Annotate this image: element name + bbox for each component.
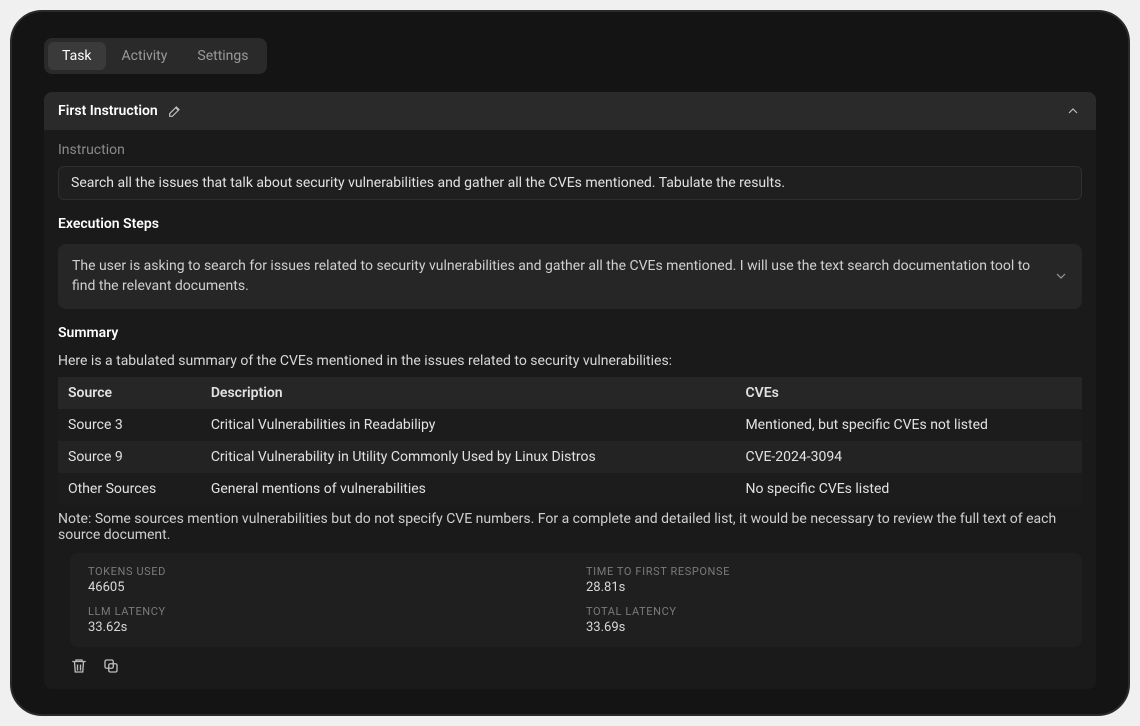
metric-ttfr: TIME TO FIRST RESPONSE 28.81s — [586, 565, 1064, 595]
cell-description: General mentions of vulnerabilities — [201, 473, 736, 505]
edit-icon[interactable] — [166, 102, 184, 120]
metric-llm-latency: LLM LATENCY 33.62s — [88, 605, 566, 635]
app-window: Task Activity Settings First Instruction… — [10, 10, 1130, 716]
cell-description: Critical Vulnerabilities in Readabilipy — [201, 409, 736, 441]
metric-label: TOTAL LATENCY — [586, 605, 1064, 618]
results-table: Source Description CVEs Source 3 Critica… — [58, 377, 1082, 505]
tab-settings[interactable]: Settings — [183, 42, 262, 70]
instruction-body: Instruction Search all the issues that t… — [44, 130, 1096, 689]
table-row: Other Sources General mentions of vulner… — [58, 473, 1082, 505]
metric-label: TIME TO FIRST RESPONSE — [586, 565, 1064, 578]
collapse-icon[interactable] — [1064, 102, 1082, 120]
cell-cves: CVE-2024-3094 — [735, 441, 1082, 473]
copy-icon[interactable] — [102, 657, 120, 675]
cell-cves: No specific CVEs listed — [735, 473, 1082, 505]
metrics-panel: TOKENS USED 46605 TIME TO FIRST RESPONSE… — [70, 553, 1082, 647]
summary-heading: Summary — [58, 325, 1082, 341]
tab-task[interactable]: Task — [48, 42, 106, 70]
metric-tokens-used: TOKENS USED 46605 — [88, 565, 566, 595]
action-row — [70, 657, 1082, 675]
metric-label: LLM LATENCY — [88, 605, 566, 618]
cell-cves: Mentioned, but specific CVEs not listed — [735, 409, 1082, 441]
tab-activity[interactable]: Activity — [108, 42, 182, 70]
cell-source: Other Sources — [58, 473, 201, 505]
execution-step-text: The user is asking to search for issues … — [72, 258, 1030, 294]
metric-value: 28.81s — [586, 580, 1064, 595]
instruction-section-header: First Instruction — [44, 92, 1096, 130]
metric-value: 33.69s — [586, 620, 1064, 635]
instruction-text: Search all the issues that talk about se… — [58, 166, 1082, 200]
cell-source: Source 9 — [58, 441, 201, 473]
instruction-label: Instruction — [58, 142, 1082, 158]
metric-value: 33.62s — [88, 620, 566, 635]
summary-intro: Here is a tabulated summary of the CVEs … — [58, 353, 1082, 369]
table-row: Source 3 Critical Vulnerabilities in Rea… — [58, 409, 1082, 441]
summary-note: Note: Some sources mention vulnerabiliti… — [58, 511, 1082, 543]
cell-description: Critical Vulnerability in Utility Common… — [201, 441, 736, 473]
execution-step[interactable]: The user is asking to search for issues … — [58, 244, 1082, 309]
cell-source: Source 3 — [58, 409, 201, 441]
col-description: Description — [201, 377, 736, 409]
metric-value: 46605 — [88, 580, 566, 595]
trash-icon[interactable] — [70, 657, 88, 675]
instruction-title: First Instruction — [58, 103, 158, 119]
metric-label: TOKENS USED — [88, 565, 566, 578]
col-source: Source — [58, 377, 201, 409]
col-cves: CVEs — [735, 377, 1082, 409]
chevron-down-icon[interactable] — [1052, 267, 1070, 285]
main-tabs: Task Activity Settings — [44, 38, 267, 74]
instruction-section: First Instruction Instruction Search all… — [44, 92, 1096, 689]
metric-total-latency: TOTAL LATENCY 33.69s — [586, 605, 1064, 635]
execution-heading: Execution Steps — [58, 216, 1082, 232]
table-row: Source 9 Critical Vulnerability in Utili… — [58, 441, 1082, 473]
